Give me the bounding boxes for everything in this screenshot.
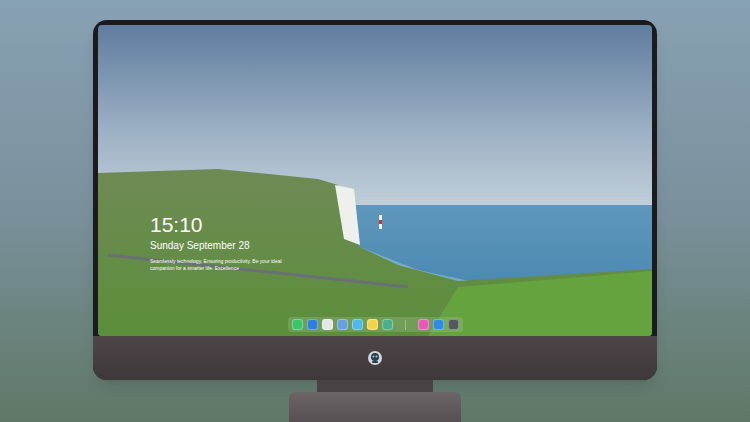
tagline: Seamlessly technology, Ensuring producti… (150, 258, 300, 272)
dock-separator (405, 320, 406, 330)
desktop-mockup: 15:10 Sunday September 28 Seamlessly techn… (0, 0, 750, 422)
brand-logo-icon (367, 350, 383, 366)
clock-time: 15:10 (150, 213, 300, 237)
clock-date: Sunday September 28 (150, 239, 300, 252)
wallpaper-photo (98, 25, 652, 336)
monitor-chin (93, 336, 657, 380)
dock-app-icon[interactable] (352, 319, 363, 330)
lock-clock: 15:10 Sunday September 28 Seamlessly techn… (150, 213, 300, 272)
dock-app-icon[interactable] (367, 319, 378, 330)
screen: 15:10 Sunday September 28 Seamlessly techn… (98, 25, 652, 336)
monitor: 15:10 Sunday September 28 Seamlessly techn… (93, 20, 657, 380)
dock-app-icon[interactable] (322, 319, 333, 330)
dock-app-icon[interactable] (307, 319, 318, 330)
dock-app-icon[interactable] (292, 319, 303, 330)
monitor-base (289, 392, 461, 422)
dock-app-icon[interactable] (418, 319, 429, 330)
dock-app-icon[interactable] (448, 319, 459, 330)
dock-app-icon[interactable] (337, 319, 348, 330)
dock-app-icon[interactable] (382, 319, 393, 330)
dock-app-icon[interactable] (433, 319, 444, 330)
monitor-neck (317, 380, 433, 392)
dock (98, 317, 652, 332)
